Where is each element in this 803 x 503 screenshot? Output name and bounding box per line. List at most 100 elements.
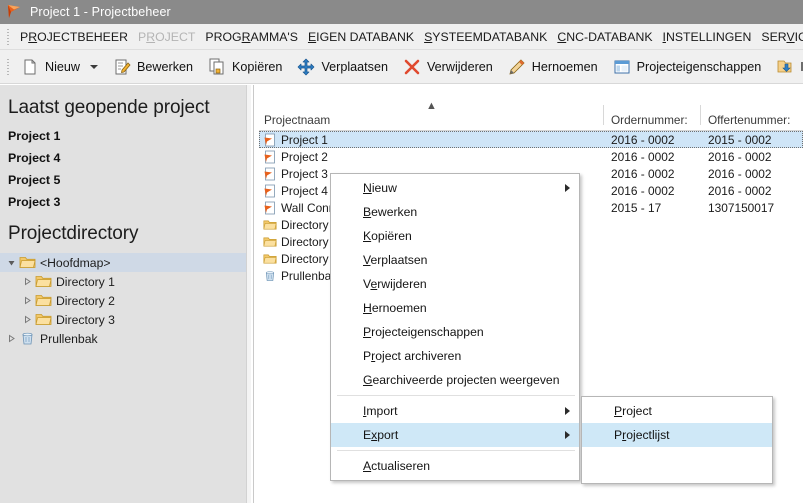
toolbar-new-button[interactable]: Nieuw — [15, 54, 107, 80]
context-menu-item-nieuw[interactable]: Nieuw — [331, 176, 579, 200]
row-name-label: Project 2 — [281, 150, 328, 164]
menu-project: PROJECT — [133, 27, 200, 47]
row-offertenummer: 2016 - 0002 — [708, 184, 771, 198]
menu-cnc-databank[interactable]: CNC-DATABANK — [552, 27, 657, 47]
toolbar-grip[interactable] — [4, 57, 13, 77]
toolbar-import-button[interactable]: Import — [770, 54, 803, 80]
tree-node-label: <Hoofdmap> — [40, 256, 110, 270]
column-header-ordernummer[interactable]: Ordernummer: — [611, 113, 688, 127]
row-name-cell: Prullenbak — [263, 269, 337, 283]
menubar-grip[interactable] — [4, 27, 13, 47]
project-context-menu: Nieuw Bewerken Kopiëren Verplaatsen Verw… — [330, 173, 580, 481]
delete-cross-icon — [403, 58, 421, 76]
row-name-cell: Wall Conn — [263, 201, 335, 215]
title-bar: Project 1 - Projectbeheer — [0, 0, 803, 24]
context-menu-item-actualiseren[interactable]: Actualiseren — [331, 454, 579, 478]
context-menu-label: Projectlijst — [614, 428, 670, 442]
context-menu-item-gearchiveerde-projecten-weergeven[interactable]: Gearchiveerde projecten weergeven — [331, 368, 579, 392]
context-menu-item-verplaatsen[interactable]: Verplaatsen — [331, 248, 579, 272]
row-name-label: Project 3 — [281, 167, 328, 181]
expander-expand-icon[interactable] — [4, 334, 19, 343]
recent-project-item-3[interactable]: Project 5 — [0, 169, 251, 191]
folder-icon — [35, 293, 52, 308]
column-header-offertenummer[interactable]: Offertenummer: — [708, 113, 790, 127]
context-menu-label: Projecteigenschappen — [363, 325, 484, 339]
context-menu-item-project-archiveren[interactable]: Project archiveren — [331, 344, 579, 368]
sidebar-scrollbar[interactable] — [246, 85, 251, 503]
context-menu-item-verwijderen[interactable]: Verwijderen — [331, 272, 579, 296]
menu-eigen-databank[interactable]: EIGEN DATABANK — [303, 27, 419, 47]
submenu-arrow-icon — [565, 184, 570, 192]
toolbar-rename-button[interactable]: Hernoemen — [502, 54, 607, 80]
table-row[interactable]: Project 2 2016 - 0002 2016 - 0002 — [259, 148, 803, 165]
row-name-cell: Project 4 — [263, 184, 328, 198]
row-ordernummer: 2016 - 0002 — [611, 150, 674, 164]
menu-instellingen[interactable]: INSTELLINGEN — [658, 27, 757, 47]
context-menu-label: Verwijderen — [363, 277, 427, 291]
export-submenu-item-project[interactable]: Project — [582, 399, 772, 423]
tree-node-prullenbak[interactable]: Prullenbak — [0, 329, 251, 348]
context-menu-item-projecteigenschappen[interactable]: Projecteigenschappen — [331, 320, 579, 344]
project-directory-tree: <Hoofdmap> Directory 1 — [0, 253, 251, 348]
toolbar-copy-button[interactable]: Kopiëren — [202, 54, 291, 80]
tree-node-directory-2[interactable]: Directory 2 — [0, 291, 251, 310]
context-menu-item-export[interactable]: Export — [331, 423, 579, 447]
menu-service-update[interactable]: SERVICE/UPDATE — [756, 27, 803, 47]
menu-systeemdatabank[interactable]: SYSTEEMDATABANK — [419, 27, 552, 47]
list-column-headers: Projectnaam ▲ Ordernummer: Offertenummer… — [259, 97, 803, 131]
context-menu-item-bewerken[interactable]: Bewerken — [331, 200, 579, 224]
tree-node-label: Directory 3 — [56, 313, 115, 327]
project-flag-icon — [263, 150, 277, 164]
folder-icon — [35, 312, 52, 327]
project-flag-icon — [263, 167, 277, 181]
row-name-label: Wall Conn — [281, 201, 335, 215]
toolbar-edit-button[interactable]: Bewerken — [107, 54, 202, 80]
chevron-down-icon[interactable] — [90, 65, 98, 69]
tree-node-label: Prullenbak — [40, 332, 98, 346]
expander-expand-icon[interactable] — [20, 296, 35, 305]
window-title: Project 1 - Projectbeheer — [30, 5, 171, 19]
recent-project-item-2[interactable]: Project 4 — [0, 147, 251, 169]
toolbar-project-properties-button[interactable]: Projecteigenschappen — [607, 54, 771, 80]
expander-expand-icon[interactable] — [20, 315, 35, 324]
toolbar-move-button[interactable]: Verplaatsen — [291, 54, 397, 80]
tree-node-directory-3[interactable]: Directory 3 — [0, 310, 251, 329]
column-divider-1[interactable] — [603, 105, 604, 125]
context-menu-label: Import — [363, 404, 398, 418]
context-menu-label: Kopiëren — [363, 229, 412, 243]
context-menu-label: Bewerken — [363, 205, 417, 219]
expander-expand-icon[interactable] — [20, 277, 35, 286]
project-flag-icon — [263, 184, 277, 198]
project-flag-icon — [263, 133, 277, 147]
column-divider-2[interactable] — [700, 105, 701, 125]
sort-ascending-icon: ▲ — [426, 100, 437, 112]
context-menu-item-kopieren[interactable]: Kopiëren — [331, 224, 579, 248]
export-submenu-item-projectlijst[interactable]: Projectlijst — [582, 423, 772, 447]
app-flag-icon — [6, 4, 24, 20]
menu-programmas[interactable]: PROGRAMMA'S — [200, 27, 303, 47]
tree-node-directory-1[interactable]: Directory 1 — [0, 272, 251, 291]
expander-collapse-icon[interactable] — [4, 258, 19, 267]
tree-node-hoofdmap[interactable]: <Hoofdmap> — [0, 253, 251, 272]
export-submenu: Project Projectlijst — [581, 396, 773, 484]
row-offertenummer: 2016 - 0002 — [708, 167, 771, 181]
context-menu-label: Verplaatsen — [363, 253, 427, 267]
row-name-cell: Directory 2 — [263, 235, 339, 249]
context-menu-item-import[interactable]: Import — [331, 399, 579, 423]
row-name-cell: Project 1 — [263, 133, 328, 147]
row-ordernummer: 2016 - 0002 — [611, 167, 674, 181]
toolbar-delete-label: Verwijderen — [427, 60, 493, 74]
folder-icon — [19, 255, 36, 270]
toolbar-project-properties-label: Projecteigenschappen — [637, 60, 762, 74]
tree-node-label: Directory 1 — [56, 275, 115, 289]
menu-projectbeheer[interactable]: PROJECTBEHEER — [15, 27, 133, 47]
toolbar-delete-button[interactable]: Verwijderen — [397, 54, 502, 80]
new-document-icon — [21, 58, 39, 76]
toolbar-edit-label: Bewerken — [137, 60, 193, 74]
table-row[interactable]: Project 1 2016 - 0002 2015 - 0002 — [259, 131, 803, 148]
recent-project-item-4[interactable]: Project 3 — [0, 191, 251, 213]
context-menu-item-hernoemen[interactable]: Hernoemen — [331, 296, 579, 320]
folder-icon — [263, 252, 277, 266]
recent-project-item-1[interactable]: Project 1 — [0, 125, 251, 147]
column-header-projectnaam[interactable]: Projectnaam — [264, 113, 330, 127]
